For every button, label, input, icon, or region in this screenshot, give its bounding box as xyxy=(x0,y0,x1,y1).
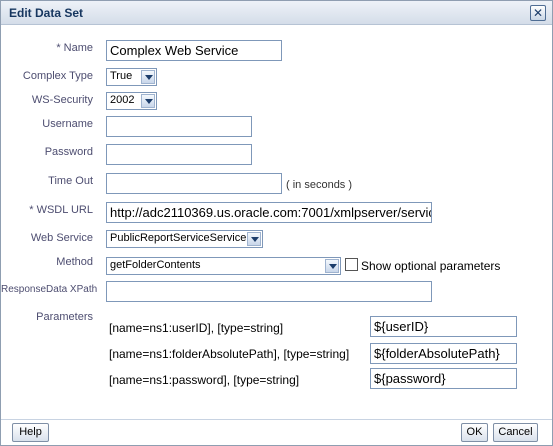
required-marker: * xyxy=(29,204,34,216)
parameter-desc: [name=ns1:password], [type=string] xyxy=(109,373,300,387)
edit-data-set-dialog: Edit Data Set ✕ * Name Complex Web Servi… xyxy=(0,0,553,446)
dialog-titlebar: Edit Data Set ✕ xyxy=(1,1,552,25)
time-out-input[interactable] xyxy=(106,173,282,194)
chevron-down-icon xyxy=(325,259,339,273)
dialog-title: Edit Data Set xyxy=(9,6,84,20)
method-label: Method xyxy=(56,256,93,268)
parameter-desc: [name=ns1:folderAbsolutePath], [type=str… xyxy=(109,347,350,361)
name-label: * Name xyxy=(1,42,93,54)
method-select[interactable]: getFolderContents xyxy=(106,257,341,275)
name-input[interactable]: Complex Web Service xyxy=(106,40,282,61)
ws-security-label: WS-Security xyxy=(31,94,93,106)
dialog-footer: Help OK Cancel xyxy=(1,419,552,445)
cancel-button[interactable]: Cancel xyxy=(493,423,538,442)
parameters-label: Parameters xyxy=(36,311,93,323)
close-button[interactable]: ✕ xyxy=(530,5,546,21)
wsdl-url-label-text: WSDL URL xyxy=(36,204,93,216)
close-icon: ✕ xyxy=(532,6,544,20)
chevron-down-icon xyxy=(141,70,155,84)
username-label: Username xyxy=(42,118,93,130)
show-optional-checkbox[interactable] xyxy=(345,258,358,271)
name-label-text: Name xyxy=(63,42,93,54)
password-label: Password xyxy=(44,146,93,158)
password-input[interactable] xyxy=(106,144,252,165)
complex-type-select[interactable]: True xyxy=(106,68,157,86)
response-xpath-input[interactable] xyxy=(106,281,432,302)
parameter-desc: [name=ns1:userID], [type=string] xyxy=(109,321,284,335)
method-value: getFolderContents xyxy=(110,259,201,271)
help-button[interactable]: Help xyxy=(12,423,49,442)
required-marker: * xyxy=(56,42,61,54)
time-out-hint: ( in seconds ) xyxy=(286,179,353,191)
response-xpath-label: ResponseData XPath xyxy=(1,284,98,295)
complex-type-value: True xyxy=(110,70,133,82)
show-optional-label: Show optional parameters xyxy=(361,259,501,273)
parameter-value-input[interactable]: ${folderAbsolutePath} xyxy=(370,343,517,364)
web-service-value: PublicReportServiceService xyxy=(110,232,247,244)
time-out-label: Time Out xyxy=(48,175,93,187)
ws-security-value: 2002 xyxy=(110,94,135,106)
username-input[interactable] xyxy=(106,116,252,137)
ws-security-select[interactable]: 2002 xyxy=(106,92,157,110)
parameter-value-input[interactable]: ${password} xyxy=(370,368,517,389)
chevron-down-icon xyxy=(247,232,261,246)
parameter-value-input[interactable]: ${userID} xyxy=(370,316,517,337)
ok-button[interactable]: OK xyxy=(461,423,488,442)
wsdl-url-label: * WSDL URL xyxy=(1,204,93,216)
wsdl-url-input[interactable]: http://adc2110369.us.oracle.com:7001/xml… xyxy=(106,202,432,223)
web-service-select[interactable]: PublicReportServiceService xyxy=(106,230,263,248)
web-service-label: Web Service xyxy=(30,232,93,244)
complex-type-label: Complex Type xyxy=(22,70,93,82)
chevron-down-icon xyxy=(141,94,155,108)
